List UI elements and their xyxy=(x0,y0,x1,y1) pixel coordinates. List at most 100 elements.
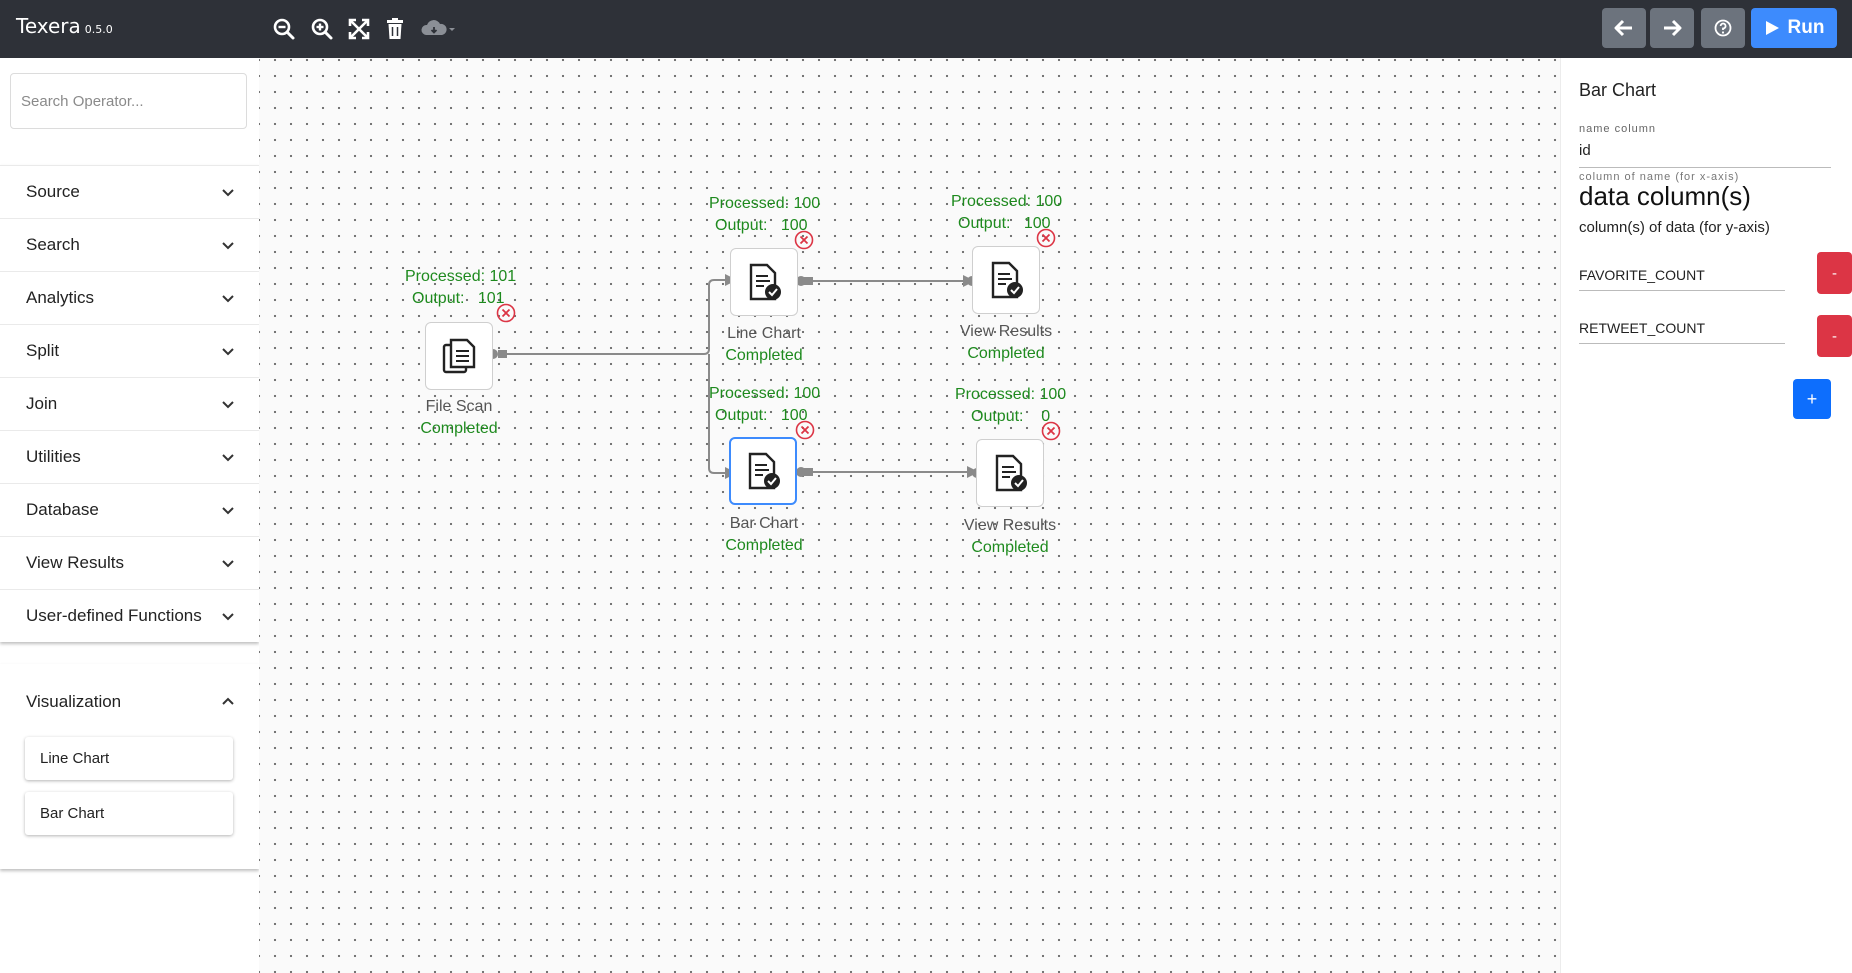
app-version: 0.5.0 xyxy=(84,23,113,36)
search-operator-input[interactable] xyxy=(10,73,247,129)
redo-button[interactable] xyxy=(1650,8,1694,48)
view-results-icon xyxy=(991,261,1023,299)
chevron-down-icon xyxy=(222,401,234,409)
app-brand: Texera 0.5.0 xyxy=(16,14,113,38)
operator-output-count: Output: 101 xyxy=(412,290,505,307)
top-toolbar: Texera 0.5.0 Run xyxy=(0,0,1852,58)
error-icon[interactable] xyxy=(793,229,815,251)
remove-data-column-button[interactable]: - xyxy=(1817,252,1852,294)
category-label: Join xyxy=(26,394,58,413)
add-data-column-button[interactable]: + xyxy=(1793,379,1831,419)
error-icon[interactable] xyxy=(794,419,816,441)
operator-processed-count: Processed: 100 xyxy=(951,193,1063,210)
cloud-download-icon[interactable] xyxy=(420,17,456,41)
operator-panel: Source Search Analytics Split Join Utili… xyxy=(0,58,259,973)
category-label[interactable]: Visualization xyxy=(26,692,121,712)
category-label: Analytics xyxy=(26,288,95,307)
play-icon xyxy=(1765,21,1779,35)
error-icon[interactable] xyxy=(1040,420,1062,442)
chart-document-icon xyxy=(748,452,780,490)
operator-label: File Scan xyxy=(425,398,493,415)
name-column-label: name column xyxy=(1579,123,1657,135)
operator-label: View Results xyxy=(963,517,1057,534)
arrow-left-icon xyxy=(1614,19,1632,37)
operator-label: Bar Chart xyxy=(729,515,799,532)
category-label: Utilities xyxy=(26,447,81,466)
zoom-out-icon[interactable] xyxy=(272,17,296,41)
arrow-right-icon xyxy=(1664,19,1682,37)
category-label: Database xyxy=(26,500,99,519)
operator-output-count: Output: 0 xyxy=(971,408,1051,425)
data-column-field[interactable]: FAVORITE_COUNT xyxy=(1579,261,1785,291)
category-join[interactable]: Join xyxy=(0,377,259,430)
property-editor-title: Bar Chart xyxy=(1579,80,1657,100)
category-search[interactable]: Search xyxy=(0,218,259,271)
file-scan-icon xyxy=(442,338,476,374)
category-label: View Results xyxy=(26,553,124,572)
chevron-down-icon xyxy=(222,613,234,621)
category-utilities[interactable]: Utilities xyxy=(0,430,259,483)
help-icon xyxy=(1714,19,1732,37)
category-analytics[interactable]: Analytics xyxy=(0,271,259,324)
view-results-icon xyxy=(995,454,1027,492)
operator-item-label: Line Chart xyxy=(40,750,110,767)
category-visualization: Visualization Line Chart Bar Chart xyxy=(0,664,259,869)
chevron-up-icon[interactable] xyxy=(221,694,235,708)
delete-icon[interactable] xyxy=(383,17,407,41)
error-icon[interactable] xyxy=(495,302,517,324)
name-column-field[interactable]: id xyxy=(1579,142,1831,168)
category-list: Source Search Analytics Split Join Utili… xyxy=(0,165,259,642)
operator-label: Line Chart xyxy=(727,325,801,342)
data-columns-title: data column(s) xyxy=(1579,181,1751,211)
error-icon[interactable] xyxy=(1035,227,1057,249)
operator-status: Completed xyxy=(971,539,1049,556)
operator-status: Completed xyxy=(967,345,1045,362)
chevron-down-icon xyxy=(222,348,234,356)
operator-processed-count: Processed: 100 xyxy=(955,386,1067,403)
operator-item-label: Bar Chart xyxy=(40,805,105,822)
operator-bar-chart[interactable] xyxy=(729,437,797,505)
zoom-in-icon[interactable] xyxy=(310,17,334,41)
operator-processed-count: Processed: 101 xyxy=(405,268,517,285)
app-name: Texera xyxy=(16,14,81,38)
run-button[interactable]: Run xyxy=(1751,8,1837,48)
chart-document-icon xyxy=(749,263,781,301)
chevron-down-icon xyxy=(222,560,234,568)
category-source[interactable]: Source xyxy=(0,165,259,218)
category-label: User-defined Functions xyxy=(26,606,202,625)
category-label: Split xyxy=(26,341,60,360)
operator-status: Completed xyxy=(420,420,498,437)
help-button[interactable] xyxy=(1701,8,1745,48)
run-label: Run xyxy=(1787,17,1825,38)
chevron-down-icon xyxy=(222,242,234,250)
property-editor: Bar Chart name column id column of name … xyxy=(1560,58,1852,973)
data-column-field[interactable]: RETWEET_COUNT xyxy=(1579,314,1785,344)
operator-status: Completed xyxy=(725,347,803,364)
fit-screen-icon[interactable] xyxy=(347,17,371,41)
undo-button[interactable] xyxy=(1602,8,1646,48)
operator-status: Completed xyxy=(725,537,803,554)
chevron-down-icon xyxy=(222,507,234,515)
category-view-results[interactable]: View Results xyxy=(0,536,259,589)
operator-view-results[interactable] xyxy=(976,439,1044,507)
operator-item-bar-chart[interactable]: Bar Chart xyxy=(25,792,233,835)
remove-data-column-button[interactable]: - xyxy=(1817,315,1852,357)
workflow-canvas[interactable]: Processed: 101 Output: 101 File Scan Com… xyxy=(259,58,1560,973)
operator-line-chart[interactable] xyxy=(730,248,798,316)
chevron-down-icon xyxy=(222,454,234,462)
operator-processed-count: Processed: 100 xyxy=(709,195,821,212)
operator-file-scan[interactable] xyxy=(425,322,493,390)
category-split[interactable]: Split xyxy=(0,324,259,377)
operator-item-line-chart[interactable]: Line Chart xyxy=(25,737,233,780)
category-database[interactable]: Database xyxy=(0,483,259,536)
operator-view-results[interactable] xyxy=(972,246,1040,314)
operator-label: View Results xyxy=(959,323,1053,340)
chevron-down-icon xyxy=(222,189,234,197)
operator-processed-count: Processed: 100 xyxy=(709,385,821,402)
category-label: Search xyxy=(26,235,80,254)
data-columns-description: column(s) of data (for y-axis) xyxy=(1579,219,1770,236)
category-user-defined-functions[interactable]: User-defined Functions xyxy=(0,589,259,642)
category-label: Source xyxy=(26,182,80,201)
chevron-down-icon xyxy=(222,295,234,303)
workflow-links xyxy=(488,274,982,479)
